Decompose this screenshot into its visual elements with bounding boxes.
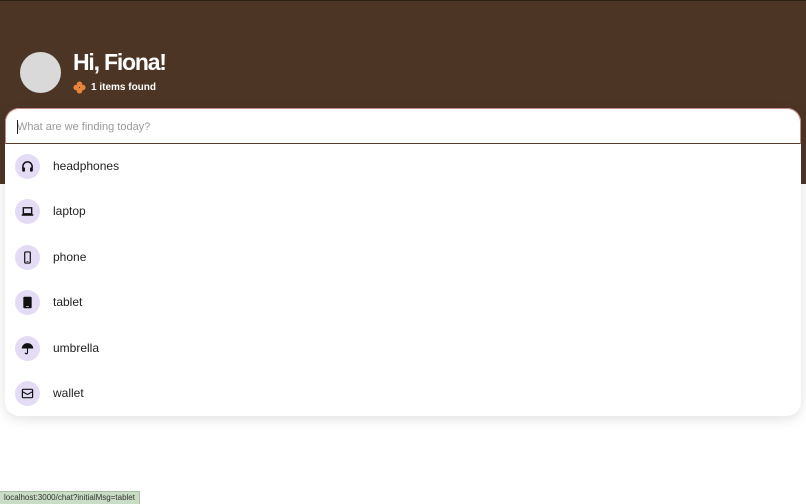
link-status-bar: localhost:3000/chat?initialMsg=tablet — [0, 491, 140, 504]
suggestion-item-headphones[interactable]: headphones — [5, 144, 801, 189]
search-panel: headphones laptop phone tablet umbrella … — [5, 108, 801, 416]
avatar[interactable] — [20, 52, 61, 93]
laptop-icon — [15, 199, 40, 224]
suggestion-label: phone — [53, 250, 87, 264]
phone-icon — [15, 245, 40, 270]
suggestion-label: wallet — [53, 386, 84, 400]
suggestion-item-laptop[interactable]: laptop — [5, 189, 801, 234]
suggestion-item-wallet[interactable]: wallet — [5, 371, 801, 416]
items-found-text: 1 items found — [91, 81, 157, 93]
headphones-icon — [15, 154, 40, 179]
umbrella-icon — [15, 336, 40, 361]
suggestion-label: umbrella — [53, 341, 100, 355]
suggestion-label: laptop — [53, 204, 86, 218]
suggestion-label: tablet — [53, 295, 83, 309]
clover-icon — [73, 80, 86, 94]
greeting-title: Hi, Fiona! — [73, 49, 167, 75]
items-found-status: 1 items found — [73, 80, 156, 94]
search-input[interactable] — [17, 118, 787, 136]
suggestion-item-phone[interactable]: phone — [5, 235, 801, 280]
wallet-icon — [15, 381, 40, 406]
text-cursor — [17, 120, 18, 134]
search-box[interactable] — [5, 108, 801, 144]
suggestion-item-tablet[interactable]: tablet — [5, 280, 801, 325]
suggestion-item-umbrella[interactable]: umbrella — [5, 326, 801, 371]
suggestion-label: headphones — [53, 159, 120, 173]
tablet-icon — [15, 290, 40, 315]
